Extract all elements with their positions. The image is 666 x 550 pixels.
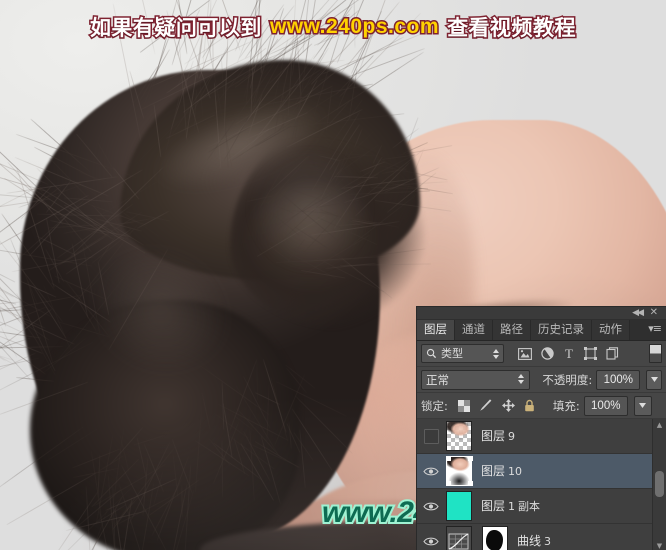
layer-thumbnail[interactable] [443,491,475,521]
lock-icon-group [457,399,535,412]
blend-mode-row: 正常 不透明度: 100% [417,367,666,393]
lock-position-icon[interactable] [501,399,515,412]
chevron-updown-icon [517,373,525,387]
smart-object-filter-icon[interactable] [606,347,619,360]
scroll-up-arrow-icon[interactable]: ▲ [653,419,666,430]
blend-mode-value: 正常 [426,372,449,387]
tab-paths[interactable]: 路径 [493,320,531,340]
curves-adjustment-icon [446,526,472,550]
layer-name-text: 曲线 [517,534,542,548]
filter-enable-toggle[interactable] [649,344,662,363]
table-row[interactable]: 图层 1 副本 [417,489,666,524]
chevron-updown-icon [492,348,500,360]
tab-channels-label: 通道 [462,322,485,337]
layer-name-text: 图层 [481,464,506,478]
eye-icon [423,536,439,547]
layer-name-suffix: 副本 [518,500,541,513]
lock-image-pixels-icon[interactable] [479,399,493,412]
panel-title-bar: ◀◀ ✕ [417,307,666,320]
opacity-input[interactable]: 100% [596,369,641,390]
layer-name[interactable]: 图层 1 副本 [481,500,540,512]
banner-suffix-text: 查看视频教程 [446,15,578,42]
lock-all-icon[interactable] [524,399,535,412]
pixel-layer-filter-icon[interactable] [518,347,532,360]
banner-url-text: www.240ps.com [268,14,440,40]
layer-filter-type-select[interactable]: 类型 [421,344,504,363]
blend-mode-select[interactable]: 正常 [421,369,531,390]
layer-name[interactable]: 图层 9 [481,430,515,442]
layer-thumbnail[interactable] [443,456,475,486]
layer-name-text: 图层 [481,499,506,513]
fill-label: 填充: [552,398,580,413]
collapse-panel-icon[interactable]: ◀◀ [632,308,644,318]
tab-actions[interactable]: 动作 [592,320,630,340]
layer-name-number: 9 [508,430,516,443]
layer-filter-type-label: 类型 [441,347,463,360]
screenshot-root: 如果有疑问可以到www.240ps.com查看视频教程 www.240ps.co… [0,0,666,550]
opacity-label: 不透明度: [542,372,593,387]
adjustment-layer-filter-icon[interactable] [541,347,554,360]
layer-name-number: 10 [508,465,523,478]
tab-actions-label: 动作 [599,322,622,337]
layer-thumbnail[interactable] [443,526,475,550]
tab-layers[interactable]: 图层 [417,320,455,340]
tab-paths-label: 路径 [500,322,523,337]
tab-channels[interactable]: 通道 [455,320,493,340]
lock-row: 锁定: 填充: 100% [417,393,666,419]
lock-label: 锁定: [421,398,448,413]
layer-thumbnail[interactable] [443,421,475,451]
layer-name[interactable]: 曲线 3 [517,535,551,547]
scrollbar-thumb[interactable] [655,471,664,497]
fill-input[interactable]: 100% [583,395,628,416]
layer-visibility-toggle[interactable] [419,466,443,477]
layer-filter-row: 类型 T [417,341,666,367]
banner-prefix-text: 如果有疑问可以到 [88,15,263,42]
shape-layer-filter-icon[interactable] [584,347,597,360]
layer-name-number: 1 [508,500,516,513]
opacity-dropdown-icon[interactable] [646,369,662,390]
search-icon [426,348,437,359]
layer-list[interactable]: 图层 9 图层 10 图层 1 副本 曲线 3 ▲ ▼ [417,419,666,550]
tab-history-label: 历史记录 [538,322,584,337]
tab-history[interactable]: 历史记录 [531,320,592,340]
layer-list-scrollbar[interactable]: ▲ ▼ [652,419,666,550]
panel-menu-icon[interactable]: ▾≡ [648,323,662,335]
layer-name-text: 图层 [481,429,506,443]
panel-tab-bar: 图层 通道 路径 历史记录 动作 ▾≡ [417,320,666,341]
photoshop-layers-panel: ◀◀ ✕ 图层 通道 路径 历史记录 动作 ▾≡ 类型 T 正常 不透明度: 1… [417,307,666,550]
tab-layers-label: 图层 [424,322,447,337]
table-row[interactable]: 图层 9 [417,419,666,454]
scroll-down-arrow-icon[interactable]: ▼ [653,540,666,550]
layer-name[interactable]: 图层 10 [481,465,522,477]
layer-visibility-toggle[interactable] [419,501,443,512]
layer-filter-icon-group: T [518,346,619,361]
tutorial-banner: 如果有疑问可以到 www.240ps.com 查看视频教程 [0,12,666,42]
table-row[interactable]: 图层 10 [417,454,666,489]
lock-transparency-icon[interactable] [457,399,470,412]
type-layer-filter-icon[interactable]: T [563,346,575,361]
layer-name-number: 3 [544,535,552,548]
eye-icon [423,466,439,477]
fill-dropdown-icon[interactable] [633,395,652,416]
svg-text:T: T [565,347,573,360]
layer-visibility-toggle[interactable] [419,428,443,444]
eye-icon [423,501,439,512]
table-row[interactable]: 曲线 3 [417,524,666,550]
layer-visibility-toggle[interactable] [419,536,443,547]
eye-off-icon [423,428,439,444]
close-panel-icon[interactable]: ✕ [650,308,658,318]
layer-mask-thumbnail[interactable] [479,526,511,550]
